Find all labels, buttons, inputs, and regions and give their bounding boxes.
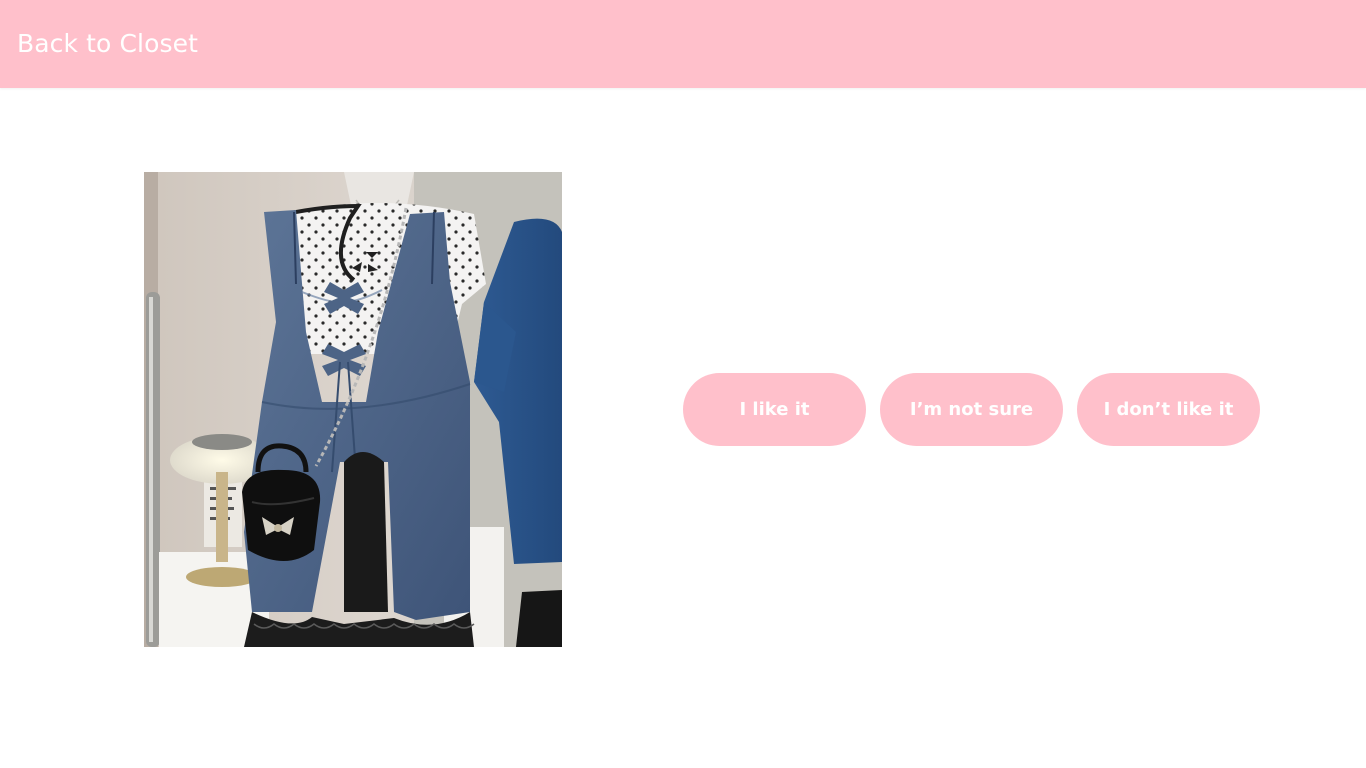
dislike-button[interactable]: I don’t like it — [1077, 373, 1260, 446]
feedback-choices: I like it I’m not sure I don’t like it — [683, 373, 1260, 446]
back-to-closet-link[interactable]: Back to Closet — [17, 28, 198, 60]
not-sure-button[interactable]: I’m not sure — [880, 373, 1063, 446]
top-bar: Back to Closet — [0, 0, 1366, 88]
outfit-photo — [144, 172, 562, 647]
like-button[interactable]: I like it — [683, 373, 866, 446]
